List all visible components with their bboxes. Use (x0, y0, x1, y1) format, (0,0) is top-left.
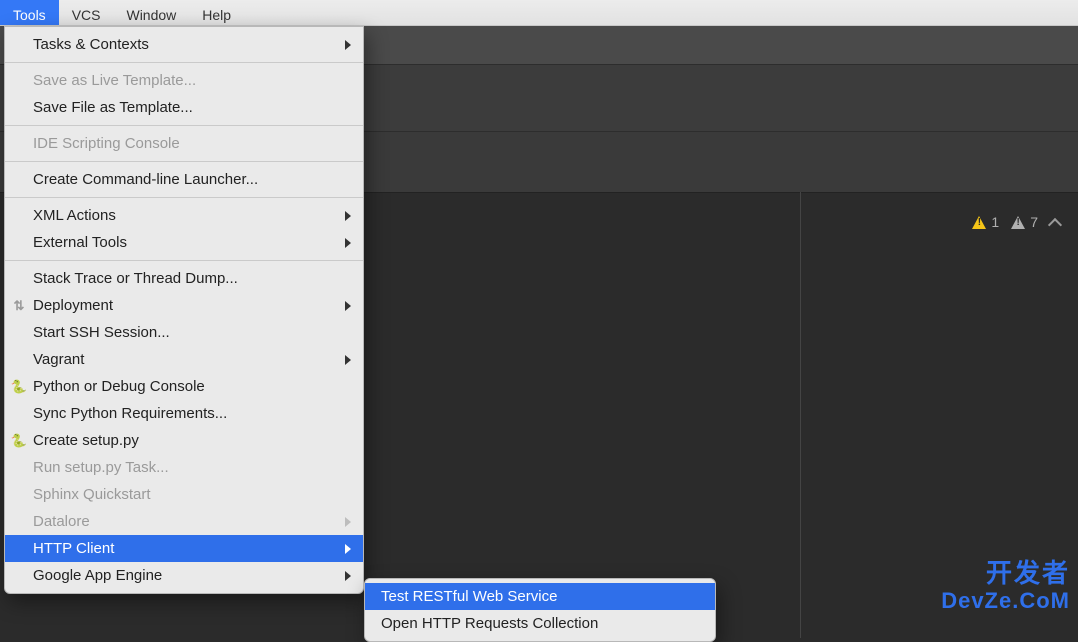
menu-item-label: Vagrant (33, 351, 345, 368)
warning-triangle-icon: ! (1011, 216, 1025, 229)
menubar-item-window[interactable]: Window (113, 0, 189, 25)
menu-item-vagrant[interactable]: Vagrant (5, 346, 363, 373)
menu-item-datalore: Datalore (5, 508, 363, 535)
menubar-item-label: Help (202, 7, 231, 23)
menu-item-label: Start SSH Session... (33, 324, 351, 341)
menubar-item-label: Window (126, 7, 176, 23)
submenu-arrow-icon (345, 301, 351, 311)
deploy-icon: ⇅ (11, 298, 27, 314)
http-client-submenu: Test RESTful Web Service Open HTTP Reques… (364, 578, 716, 642)
menubar-item-tools[interactable]: Tools (0, 0, 59, 25)
submenu-arrow-icon (345, 40, 351, 50)
editor-inspection-badges: ! 1 ! 7 (972, 214, 1060, 230)
menu-item-create-setup-py[interactable]: 🐍 Create setup.py (5, 427, 363, 454)
menu-item-label: Save File as Template... (33, 99, 351, 116)
menu-item-label: External Tools (33, 234, 345, 251)
menu-item-label: Sync Python Requirements... (33, 405, 351, 422)
menu-item-label: XML Actions (33, 207, 345, 224)
menu-separator (5, 260, 363, 261)
submenu-arrow-icon (345, 355, 351, 365)
menu-item-label: Deployment (33, 297, 345, 314)
menu-item-label: Create setup.py (33, 432, 351, 449)
menu-item-label: Tasks & Contexts (33, 36, 345, 53)
menu-item-python-or-debug-console[interactable]: 🐍 Python or Debug Console (5, 373, 363, 400)
warning-badge-gray[interactable]: ! 7 (1011, 214, 1038, 230)
menu-item-external-tools[interactable]: External Tools (5, 229, 363, 256)
menu-item-label: Stack Trace or Thread Dump... (33, 270, 351, 287)
menu-item-label: Google App Engine (33, 567, 345, 584)
warning-gray-count: 7 (1030, 214, 1038, 230)
menu-item-http-client[interactable]: HTTP Client (5, 535, 363, 562)
menubar-item-label: VCS (72, 7, 101, 23)
menu-item-label: HTTP Client (33, 540, 345, 557)
menubar: Tools VCS Window Help (0, 0, 1078, 26)
menu-item-label: Run setup.py Task... (33, 459, 351, 476)
menu-item-sync-python-requirements[interactable]: Sync Python Requirements... (5, 400, 363, 427)
menu-item-xml-actions[interactable]: XML Actions (5, 202, 363, 229)
menu-item-label: Sphinx Quickstart (33, 486, 351, 503)
menu-separator (5, 197, 363, 198)
submenu-arrow-icon (345, 544, 351, 554)
chevron-up-icon[interactable] (1048, 218, 1062, 232)
menu-item-sphinx-quickstart: Sphinx Quickstart (5, 481, 363, 508)
menubar-item-vcs[interactable]: VCS (59, 0, 114, 25)
python-icon: 🐍 (11, 433, 27, 449)
menu-item-start-ssh-session[interactable]: Start SSH Session... (5, 319, 363, 346)
python-icon: 🐍 (11, 379, 27, 395)
menubar-item-label: Tools (13, 7, 46, 23)
menu-item-stack-trace-or-thread-dump[interactable]: Stack Trace or Thread Dump... (5, 265, 363, 292)
menu-item-save-file-as-template[interactable]: Save File as Template... (5, 94, 363, 121)
warning-badge-yellow[interactable]: ! 1 (972, 214, 999, 230)
submenu-item-label: Open HTTP Requests Collection (381, 615, 598, 632)
menu-item-label: IDE Scripting Console (33, 135, 351, 152)
menu-item-label: Python or Debug Console (33, 378, 351, 395)
menu-item-save-as-live-template: Save as Live Template... (5, 67, 363, 94)
warning-triangle-icon: ! (972, 216, 986, 229)
tools-menu-dropdown: Tasks & Contexts Save as Live Template...… (4, 26, 364, 594)
menu-item-run-setup-py-task: Run setup.py Task... (5, 454, 363, 481)
menu-item-tasks-contexts[interactable]: Tasks & Contexts (5, 31, 363, 58)
menu-item-ide-scripting-console: IDE Scripting Console (5, 130, 363, 157)
menu-item-label: Save as Live Template... (33, 72, 351, 89)
menu-item-google-app-engine[interactable]: Google App Engine (5, 562, 363, 589)
menu-separator (5, 125, 363, 126)
submenu-item-label: Test RESTful Web Service (381, 588, 557, 605)
submenu-item-test-restful-web-service[interactable]: Test RESTful Web Service (365, 583, 715, 610)
menu-separator (5, 62, 363, 63)
menu-item-deployment[interactable]: ⇅ Deployment (5, 292, 363, 319)
submenu-arrow-icon (345, 517, 351, 527)
submenu-arrow-icon (345, 211, 351, 221)
menu-separator (5, 161, 363, 162)
menubar-item-help[interactable]: Help (189, 0, 244, 25)
submenu-item-open-http-requests-collection[interactable]: Open HTTP Requests Collection (365, 610, 715, 637)
submenu-arrow-icon (345, 238, 351, 248)
submenu-arrow-icon (345, 571, 351, 581)
menu-item-create-command-line-launcher[interactable]: Create Command-line Launcher... (5, 166, 363, 193)
menu-item-label: Create Command-line Launcher... (33, 171, 351, 188)
warning-yellow-count: 1 (991, 214, 999, 230)
editor-vertical-splitter[interactable] (800, 192, 801, 638)
menu-item-label: Datalore (33, 513, 345, 530)
